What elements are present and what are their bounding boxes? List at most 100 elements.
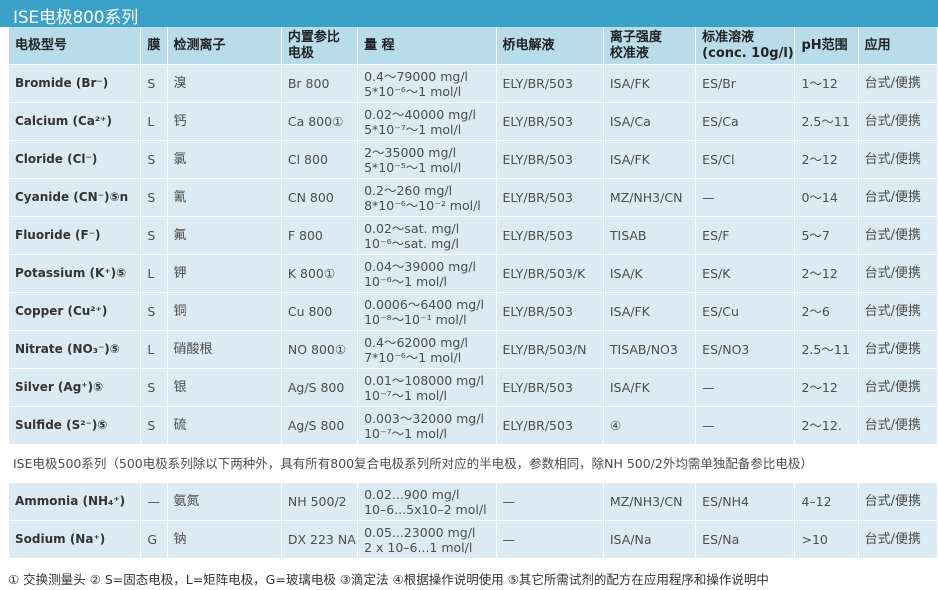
range-molar: 10⁻⁶～1 mol/l (364, 273, 448, 289)
header-ph: pH范围 (795, 27, 858, 64)
cell-model: Silver (Ag⁺)⑤ (9, 369, 141, 406)
range-molar: 10⁻⁷～1 mol/l (364, 425, 448, 441)
range-molar: 10–6...5x10–2 mol/l (364, 501, 487, 517)
cell-ph: >10 (795, 521, 858, 558)
cell-ion: 硝酸根 (167, 331, 281, 368)
cell-standard: ES/Cu (696, 293, 795, 330)
header-range: 量 程 (358, 27, 496, 64)
range-molar: 5*10⁻⁶～1 mol/l (364, 83, 462, 99)
range-mass: 2～35000 mg/l (364, 144, 457, 160)
range-molar: 8*10⁻⁶～10⁻² mol/l (364, 197, 481, 213)
cell-reference: CN 800 (281, 179, 358, 216)
cell-reference: Ag/S 800 (281, 407, 358, 444)
cell-application: 台式/便携 (858, 521, 937, 558)
cell-reference: K 800① (281, 255, 358, 292)
cell-model: Calcium (Ca²⁺) (9, 103, 141, 140)
range-mass: 0.4～62000 mg/l (364, 334, 469, 350)
page-title: ISE电极800系列 (13, 8, 138, 28)
cell-range: 0.02...900 mg/l 10–6...5x10–2 mol/l (358, 483, 496, 520)
range-mass: 0.4～79000 mg/l (364, 68, 469, 84)
cell-bridge: ELY/BR/503 (496, 179, 603, 216)
range-mass: 0.02...900 mg/l (364, 486, 460, 502)
header-text: 膜 (147, 37, 161, 53)
table-row: Nitrate (NO₃⁻)⑤ L 硝酸根 NO 800① 0.4～62000 mg/l… (9, 331, 937, 368)
header-text: 校准液 (609, 45, 649, 61)
range-mass: 0.003～32000 mg/l (364, 410, 484, 426)
cell-application: 台式/便携 (858, 407, 937, 444)
range-mass: 0.2～260 mg/l (364, 182, 453, 198)
cell-standard: — (696, 179, 795, 216)
cell-bridge: — (496, 483, 603, 520)
cell-ph: 2～12 (795, 255, 858, 292)
cell-membrane: L (141, 331, 167, 368)
cell-ion: 钾 (167, 255, 281, 292)
range-molar: 2 x 10–6...1 mol/l (364, 539, 473, 555)
header-text: 量 程 (364, 37, 395, 53)
table-body: 电极型号膜检测离子 内置参比 电极量 程桥电解液 离子强度 校准液 标准溶液 (conc. … (9, 27, 937, 558)
cell-standard: ES/Br (696, 65, 795, 102)
cell-membrane: S (141, 217, 167, 254)
cell-range: 2～35000 mg/l 5*10⁻⁵～1 mol/l (358, 141, 496, 178)
table-row: Sulfide (S²⁻)⑤ S 硫 Ag/S 800 0.003～32000 mg/l… (9, 407, 937, 444)
cell-bridge: ELY/BR/503/K (496, 255, 603, 292)
cell-bridge: ELY/BR/503 (496, 293, 603, 330)
table-row: Copper (Cu²⁺) S 铜 Cu 800 0.0006～6400 mg/l 10⁻… (9, 293, 937, 330)
cell-bridge: ELY/BR/503 (496, 217, 603, 254)
header-bridge: 桥电解液 (496, 27, 603, 64)
cell-application: 台式/便携 (858, 217, 937, 254)
range-molar: 10⁻⁸～10⁻¹ mol/l (364, 311, 467, 327)
cell-reference: DX 223 NA (281, 521, 358, 558)
footnote: ① 交换测量头 ② S=固态电极，L=矩阵电极，G=玻璃电极 ③滴定法 ④根据操… (8, 572, 769, 587)
cell-ion: 硫 (167, 407, 281, 444)
range-mass: 0.0006～6400 mg/l (364, 296, 484, 312)
cell-application: 台式/便携 (858, 255, 937, 292)
cell-application: 台式/便携 (858, 293, 937, 330)
cell-ph: 0～14 (795, 179, 858, 216)
cell-standard: ES/NH4 (696, 483, 795, 520)
cell-membrane: S (141, 141, 167, 178)
cell-application: 台式/便携 (858, 369, 937, 406)
cell-standard: ES/NO3 (696, 331, 795, 368)
cell-isa: ISA/K (603, 255, 696, 292)
range-molar: 10⁻⁶～sat. mg/l (364, 235, 459, 251)
cell-membrane: G (141, 521, 167, 558)
cell-ion: 氨氮 (167, 483, 281, 520)
cell-application: 台式/便携 (858, 331, 937, 368)
cell-isa: ISA/FK (603, 293, 696, 330)
range-mass: 0.01～108000 mg/l (364, 372, 484, 388)
cell-bridge: ELY/BR/503/N (496, 331, 603, 368)
cell-model: Cyanide (CN⁻)⑤n (9, 179, 141, 216)
cell-ion: 氯 (167, 141, 281, 178)
cell-standard: ES/Ca (696, 103, 795, 140)
cell-ph: 2.5～11 (795, 331, 858, 368)
cell-range: 0.4～62000 mg/l 7*10⁻⁶～1 mol/l (358, 331, 496, 368)
header-text: 检测离子 (173, 37, 226, 53)
header-text: 桥电解液 (502, 37, 555, 53)
cell-model: Sulfide (S²⁻)⑤ (9, 407, 141, 444)
cell-bridge: — (496, 521, 603, 558)
electrode-table: 电极型号膜检测离子 内置参比 电极量 程桥电解液 离子强度 校准液 标准溶液 (conc. … (8, 26, 938, 559)
cell-membrane: S (141, 65, 167, 102)
header-text: 电极 (287, 45, 314, 61)
cell-bridge: ELY/BR/503 (496, 65, 603, 102)
cell-application: 台式/便携 (858, 179, 937, 216)
cell-isa: ISA/Na (603, 521, 696, 558)
range-mass: 0.02～40000 mg/l (364, 106, 476, 122)
table-row: Potassium (K⁺)⑤ L 钾 K 800① 0.04～39000 mg/l 10… (9, 255, 937, 292)
cell-range: 0.003～32000 mg/l 10⁻⁷～1 mol/l (358, 407, 496, 444)
cell-reference: Cu 800 (281, 293, 358, 330)
cell-ion: 铜 (167, 293, 281, 330)
cell-model: Cloride (Cl⁻) (9, 141, 141, 178)
header-text: 标准溶液 (702, 29, 755, 45)
cell-isa: ④ (603, 407, 696, 444)
cell-ion: 银 (167, 369, 281, 406)
range-molar: 5*10⁻⁷～1 mol/l (364, 121, 462, 137)
cell-application: 台式/便携 (858, 141, 937, 178)
table-row: Fluoride (F⁻) S 氟 F 800 0.02～sat. mg/l 10⁻⁶～s… (9, 217, 937, 254)
cell-bridge: ELY/BR/503 (496, 141, 603, 178)
range-molar: 10⁻⁷～1 mol/l (364, 387, 448, 403)
cell-ph: 2～6 (795, 293, 858, 330)
cell-membrane: S (141, 293, 167, 330)
cell-model: Fluoride (F⁻) (9, 217, 141, 254)
cell-reference: NO 800① (281, 331, 358, 368)
